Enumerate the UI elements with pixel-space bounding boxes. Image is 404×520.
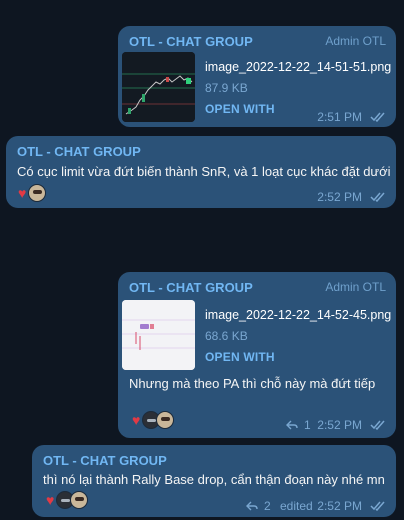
- double-check-icon: [370, 501, 385, 511]
- chart-image-thumbnail[interactable]: [122, 52, 195, 122]
- chart-thumbnail-graphic: [122, 52, 195, 122]
- file-name[interactable]: image_2022-12-22_14-51-51.png: [205, 60, 391, 74]
- reply-arrow-icon: [286, 420, 298, 430]
- chart-image-thumbnail[interactable]: [122, 300, 195, 370]
- avatar[interactable]: [156, 411, 175, 429]
- sender-name[interactable]: OTL - CHAT GROUP: [43, 453, 167, 468]
- message-bubble-3[interactable]: OTL - CHAT GROUP Admin OTL image_2022-12…: [118, 272, 396, 438]
- sender-name[interactable]: OTL - CHAT GROUP: [129, 34, 253, 49]
- message-bubble-2[interactable]: OTL - CHAT GROUP Có cục limit vừa đứt bi…: [6, 136, 396, 208]
- reactions[interactable]: ♥: [132, 411, 175, 429]
- edited-label: edited: [280, 499, 313, 513]
- file-size: 87.9 KB: [205, 81, 248, 95]
- heart-icon[interactable]: ♥: [46, 492, 54, 508]
- replies-button[interactable]: 2: [246, 499, 271, 513]
- reply-arrow-icon: [246, 501, 258, 511]
- heart-icon[interactable]: ♥: [132, 412, 140, 428]
- message-text: Có cục limit vừa đứt biến thành SnR, và …: [17, 164, 391, 179]
- sender-name[interactable]: OTL - CHAT GROUP: [17, 144, 141, 159]
- open-with-button[interactable]: OPEN WITH: [205, 350, 275, 364]
- open-with-button[interactable]: OPEN WITH: [205, 102, 275, 116]
- double-check-icon: [370, 192, 385, 202]
- reply-count: 2: [264, 499, 271, 513]
- reactions[interactable]: ♥: [18, 184, 47, 202]
- heart-icon[interactable]: ♥: [18, 185, 26, 201]
- avatar[interactable]: [28, 184, 47, 202]
- message-time: 2:52 PM: [317, 499, 362, 513]
- chart-thumbnail-graphic: [122, 300, 195, 370]
- reply-count: 1: [304, 418, 311, 432]
- double-check-icon: [370, 112, 385, 122]
- message-time: 2:52 PM: [317, 418, 362, 432]
- admin-role-label: Admin OTL: [325, 34, 386, 48]
- reactions[interactable]: ♥: [46, 491, 89, 509]
- message-text: Nhưng mà theo PA thì chỗ này mà đứt tiếp: [129, 376, 376, 391]
- message-time: 2:52 PM: [317, 190, 362, 204]
- message-bubble-4[interactable]: OTL - CHAT GROUP thì nó lại thành Rally …: [32, 445, 396, 517]
- sender-name[interactable]: OTL - CHAT GROUP: [129, 280, 253, 295]
- admin-role-label: Admin OTL: [325, 280, 386, 294]
- message-time: 2:51 PM: [317, 110, 362, 124]
- replies-button[interactable]: 1: [286, 418, 311, 432]
- file-size: 68.6 KB: [205, 329, 248, 343]
- double-check-icon: [370, 420, 385, 430]
- message-text: thì nó lại thành Rally Base drop, cẩn th…: [43, 472, 385, 487]
- avatar[interactable]: [70, 491, 89, 509]
- message-bubble-1[interactable]: OTL - CHAT GROUP Admin OTL image_2022-12…: [118, 26, 396, 127]
- file-name[interactable]: image_2022-12-22_14-52-45.png: [205, 308, 391, 322]
